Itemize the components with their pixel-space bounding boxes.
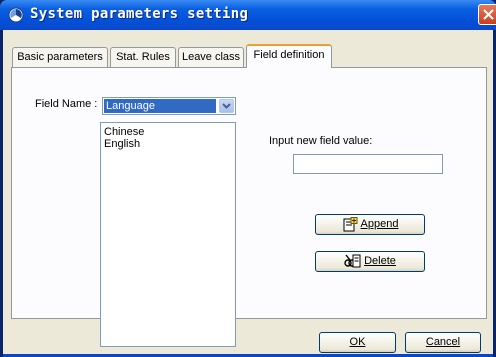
dropdown-button[interactable] [219,99,234,113]
tab-label: Basic parameters [17,51,103,63]
title-bar[interactable]: System parameters setting [0,0,496,30]
cancel-button[interactable]: Cancel [405,332,481,353]
tab-stat-rules[interactable]: Stat. Rules [110,47,176,67]
tab-label: Leave class [181,51,241,63]
tab-field-definition[interactable]: Field definition [246,44,332,68]
append-button[interactable]: Append [315,214,425,235]
chevron-down-icon [222,103,231,109]
dialog-window: System parameters setting Basic paramete… [0,0,496,357]
tab-basic-parameters[interactable]: Basic parameters [12,47,108,67]
tab-label: Field definition [253,49,325,61]
app-icon [8,7,24,23]
ok-button-label: OK [349,336,366,348]
ok-button[interactable]: OK [319,332,396,353]
field-name-selected-value: Language [104,99,216,113]
delete-button[interactable]: Delete [315,251,425,272]
field-name-label: Field Name : [35,98,98,110]
new-field-value-label: Input new field value: [269,135,373,147]
cancel-button-label: Cancel [425,336,461,348]
delete-icon [344,254,361,268]
tab-label: Stat. Rules [116,51,170,63]
append-button-label: Append [360,218,399,230]
window-title: System parameters setting [30,6,249,22]
field-name-select[interactable]: Language [102,97,236,115]
close-button[interactable] [478,4,496,25]
list-item[interactable]: Chinese [104,126,235,138]
new-field-value-input[interactable] [293,154,443,174]
list-item[interactable]: English [104,138,235,150]
delete-button-label: Delete [364,255,396,267]
append-icon [343,216,358,232]
dialog-client-area: Basic parameters Stat. Rules Leave class… [3,30,493,354]
tab-leave-class[interactable]: Leave class [178,47,244,67]
close-icon [483,9,494,20]
field-values-list[interactable]: Chinese English [100,122,236,347]
